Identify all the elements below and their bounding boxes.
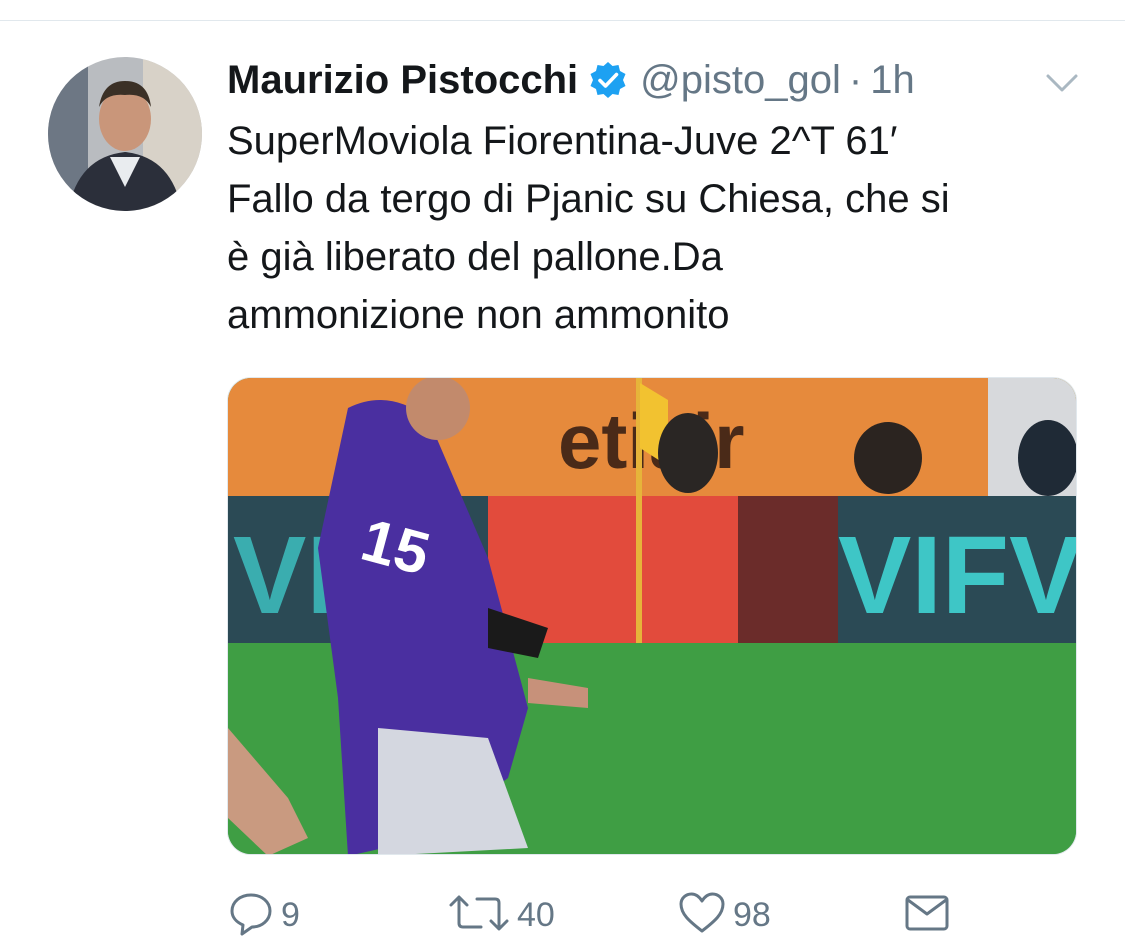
tweet-text: SuperMoviola Fiorentina-Juve 2^T 61′ Fal… [227,119,950,337]
tweet-header: Maurizio Pistocchi @pisto_gol · 1h [227,50,1087,110]
envelope-icon [903,889,951,942]
reply-button[interactable]: 9 [227,890,300,940]
verified-badge-icon [588,60,628,100]
retweet-icon [447,889,511,942]
like-count: 98 [733,895,771,934]
tweet-actions-bar: 9 40 98 [227,890,1077,940]
separator-dot: · [848,57,863,102]
top-divider [0,20,1125,21]
reply-count: 9 [281,895,300,934]
chevron-down-icon[interactable] [1042,66,1082,98]
reply-icon [227,889,275,942]
author-avatar[interactable] [48,57,202,211]
direct-message-button[interactable] [903,890,951,940]
tweet-timestamp[interactable]: 1h [870,58,915,103]
like-button[interactable]: 98 [677,890,771,940]
ad-board-text: VIFV [838,514,1077,637]
retweet-button[interactable]: 40 [447,890,555,940]
author-name[interactable]: Maurizio Pistocchi [227,58,578,103]
heart-icon [677,889,727,942]
retweet-count: 40 [517,895,555,934]
author-handle[interactable]: @pisto_gol [640,58,841,103]
tweet-media-photo[interactable]: etiair VIFV VIF 15 [227,377,1077,855]
